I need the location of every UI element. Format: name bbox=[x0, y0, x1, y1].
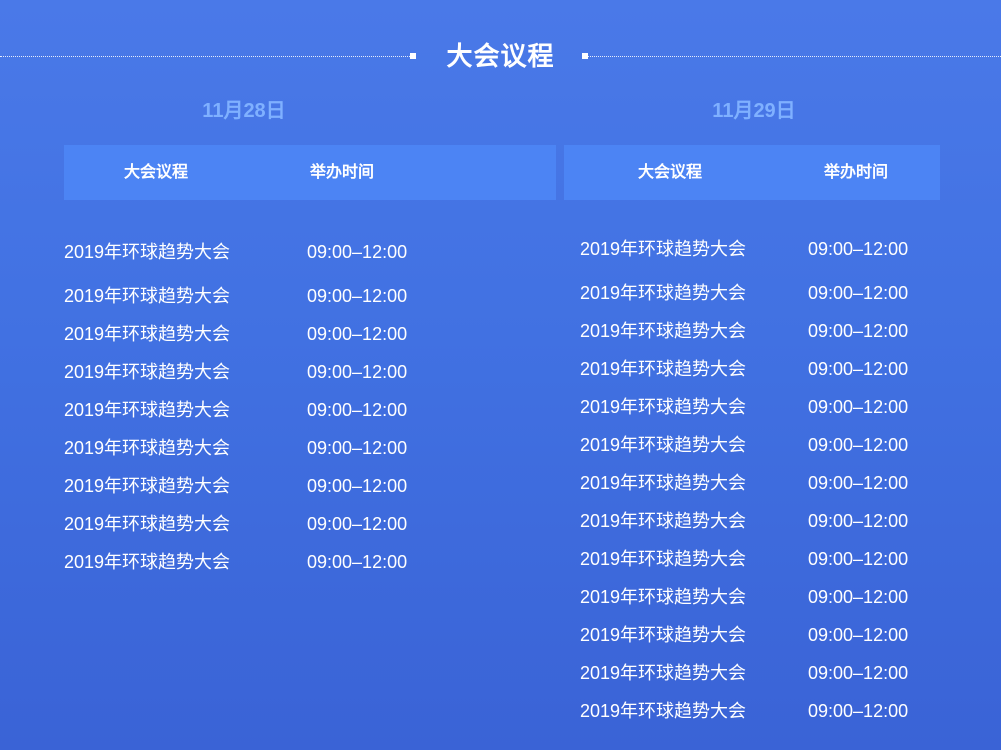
agenda-event-time: 09:00–12:00 bbox=[307, 514, 408, 534]
page-header: 大会议程 bbox=[0, 36, 1001, 76]
agenda-event-name: 2019年环球趋势大会 bbox=[64, 362, 231, 382]
agenda-event-time: 09:00–12:00 bbox=[808, 435, 909, 455]
agenda-event-name: 2019年环球趋势大会 bbox=[64, 286, 231, 306]
agenda-event-name: 2019年环球趋势大会 bbox=[580, 283, 747, 303]
agenda-event-time: 09:00–12:00 bbox=[808, 359, 909, 379]
agenda-event-time: 09:00–12:00 bbox=[307, 286, 408, 306]
table-header: 大会议程 举办时间 bbox=[64, 145, 556, 200]
agenda-event-name: 2019年环球趋势大会 bbox=[580, 511, 747, 531]
agenda-event-time: 09:00–12:00 bbox=[307, 552, 408, 572]
agenda-event-time: 09:00–12:00 bbox=[808, 283, 909, 303]
agenda-event-time: 09:00–12:00 bbox=[307, 324, 408, 344]
day-date: 11月28日 bbox=[202, 100, 286, 122]
agenda-event-name: 2019年环球趋势大会 bbox=[580, 435, 747, 455]
agenda-event-name: 2019年环球趋势大会 bbox=[64, 242, 231, 262]
agenda-event-time: 09:00–12:00 bbox=[808, 549, 909, 569]
agenda-event-time: 09:00–12:00 bbox=[307, 400, 408, 420]
agenda-event-time: 09:00–12:00 bbox=[808, 397, 909, 417]
agenda-event-name: 2019年环球趋势大会 bbox=[580, 587, 747, 607]
agenda-event-time: 09:00–12:00 bbox=[808, 663, 909, 683]
dotted-divider-right bbox=[588, 56, 1001, 57]
agenda-event-time: 09:00–12:00 bbox=[808, 239, 909, 259]
agenda-event-time: 09:00–12:00 bbox=[808, 587, 909, 607]
agenda-event-time: 09:00–12:00 bbox=[808, 321, 909, 341]
agenda-event-name: 2019年环球趋势大会 bbox=[580, 663, 747, 683]
agenda-event-name: 2019年环球趋势大会 bbox=[64, 552, 231, 572]
agenda-event-name: 2019年环球趋势大会 bbox=[580, 701, 747, 721]
agenda-event-name: 2019年环球趋势大会 bbox=[64, 400, 231, 420]
agenda-event-time: 09:00–12:00 bbox=[808, 473, 909, 493]
agenda-event-name: 2019年环球趋势大会 bbox=[580, 239, 747, 259]
agenda-event-name: 2019年环球趋势大会 bbox=[580, 549, 747, 569]
agenda-event-time: 09:00–12:00 bbox=[307, 476, 408, 496]
agenda-event-name: 2019年环球趋势大会 bbox=[580, 473, 747, 493]
agenda-event-time: 09:00–12:00 bbox=[307, 242, 408, 262]
column-header-agenda: 大会议程 bbox=[638, 164, 703, 181]
agenda-event-time: 09:00–12:00 bbox=[307, 438, 408, 458]
agenda-event-name: 2019年环球趋势大会 bbox=[580, 321, 747, 341]
agenda-event-time: 09:00–12:00 bbox=[808, 511, 909, 531]
agenda-event-name: 2019年环球趋势大会 bbox=[580, 625, 747, 645]
day-date: 11月29日 bbox=[712, 100, 796, 122]
column-header-time: 举办时间 bbox=[824, 164, 889, 181]
agenda-event-name: 2019年环球趋势大会 bbox=[580, 397, 747, 417]
agenda-event-time: 09:00–12:00 bbox=[808, 625, 909, 645]
agenda-event-name: 2019年环球趋势大会 bbox=[580, 359, 747, 379]
agenda-event-name: 2019年环球趋势大会 bbox=[64, 476, 231, 496]
agenda-event-time: 09:00–12:00 bbox=[307, 362, 408, 382]
column-header-agenda: 大会议程 bbox=[124, 164, 189, 181]
agenda-event-name: 2019年环球趋势大会 bbox=[64, 438, 231, 458]
agenda-event-name: 2019年环球趋势大会 bbox=[64, 324, 231, 344]
column-header-time: 举办时间 bbox=[310, 164, 375, 181]
agenda-event-name: 2019年环球趋势大会 bbox=[64, 514, 231, 534]
agenda-event-time: 09:00–12:00 bbox=[808, 701, 909, 721]
table-header: 大会议程 举办时间 bbox=[564, 145, 940, 200]
